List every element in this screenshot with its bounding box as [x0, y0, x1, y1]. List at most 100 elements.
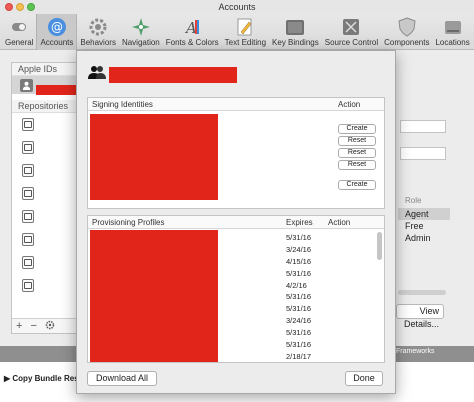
roles-list: Agent Free Admin [398, 208, 450, 244]
repository-icon[interactable] [22, 118, 34, 131]
tab-general-label: General [5, 38, 34, 47]
expires-date: 4/2/16 [286, 280, 307, 290]
view-details-button[interactable]: View Details... [396, 304, 444, 329]
tab-components-label: Components [384, 38, 430, 47]
copy-bundle-resources-row[interactable]: ▶ Copy Bundle Reso [4, 374, 84, 383]
expires-date: 2/18/17 [286, 351, 312, 361]
tab-behaviors[interactable]: Behaviors [77, 14, 119, 50]
repositories-list [12, 118, 78, 292]
sheet-header [87, 65, 107, 81]
download-all-button[interactable]: Download All [87, 371, 157, 386]
detail-field[interactable] [400, 120, 446, 133]
expires-date: 5/31/16 [286, 268, 312, 278]
profiles-scrollbar[interactable] [377, 232, 382, 360]
redacted-account-name [109, 67, 237, 83]
switch-icon [9, 17, 29, 37]
provisioning-profiles-header: Provisioning Profiles [92, 218, 165, 227]
repository-icon[interactable] [22, 233, 34, 246]
reset-button[interactable]: Reset [338, 160, 376, 170]
signing-identities-header: Signing Identities [92, 100, 153, 109]
close-window-button[interactable] [5, 3, 13, 11]
tab-locations[interactable]: Locations [432, 14, 472, 50]
apple-ids-header: Apple IDs [12, 63, 78, 76]
window-controls [5, 3, 35, 11]
tab-source-control[interactable]: Source Control [322, 14, 381, 50]
shield-icon [397, 17, 417, 37]
disclosure-triangle-icon[interactable]: ▶ [4, 374, 10, 383]
tab-behaviors-label: Behaviors [80, 38, 116, 47]
reset-button[interactable]: Reset [338, 136, 376, 146]
profiles-table-header: Provisioning Profiles Expires Action [88, 216, 384, 229]
role-column-header: Role [405, 196, 422, 205]
provisioning-profiles-table: Provisioning Profiles Expires Action 5/3… [87, 215, 385, 363]
role-item[interactable]: Admin [398, 232, 450, 244]
create-button[interactable]: Create [338, 124, 376, 134]
tab-components[interactable]: Components [381, 14, 432, 50]
accounts-list: Apple IDs Repositories [11, 62, 86, 334]
tab-locations-label: Locations [435, 38, 470, 47]
scrollbar-thumb[interactable] [377, 232, 382, 260]
tab-navigation-label: Navigation [121, 38, 160, 47]
repository-icon[interactable] [22, 256, 34, 269]
source-control-icon [341, 17, 361, 37]
horizontal-scrollbar[interactable] [398, 290, 446, 295]
zoom-window-button[interactable] [27, 3, 35, 11]
tab-source-control-label: Source Control [324, 38, 379, 47]
frameworks-label: Frameworks [396, 348, 435, 355]
tab-text-editing-label: Text Editing [224, 38, 267, 47]
profiles-action-header: Action [328, 218, 351, 227]
accounts-footer: + − [11, 318, 79, 334]
expires-date: 5/31/16 [286, 292, 312, 302]
people-icon [87, 65, 107, 81]
tab-fonts-colors[interactable]: A Fonts & Colors [163, 14, 222, 50]
expires-date: 4/15/16 [286, 256, 312, 266]
done-button[interactable]: Done [345, 371, 383, 386]
gear-icon[interactable] [45, 320, 55, 333]
keyboard-icon [285, 17, 305, 37]
repositories-header: Repositories [12, 100, 78, 113]
expires-date: 5/31/16 [286, 340, 312, 350]
palette-icon: A [182, 17, 202, 37]
expires-column: 5/31/16 3/24/16 4/15/16 5/31/16 4/2/16 5… [286, 232, 312, 362]
minimize-window-button[interactable] [16, 3, 24, 11]
window-title: Accounts [218, 2, 256, 12]
repository-icon[interactable] [22, 210, 34, 223]
at-icon: @ [47, 17, 67, 37]
tab-general[interactable]: General [2, 14, 36, 50]
signing-identities-table: Signing Identities Action Create Reset R… [87, 97, 385, 209]
add-account-button[interactable]: + [16, 320, 22, 332]
preferences-toolbar: General @ Accounts Behaviors Navigation … [0, 14, 474, 50]
tab-accounts-label: Accounts [40, 38, 74, 47]
reset-button[interactable]: Reset [338, 148, 376, 158]
tab-navigation[interactable]: Navigation [119, 14, 163, 50]
expires-date: 5/31/16 [286, 304, 312, 314]
signing-actions: Create Reset Reset Reset Create [338, 124, 376, 192]
tab-text-editing[interactable]: Text Editing [222, 14, 269, 50]
expires-header: Expires [286, 218, 313, 227]
svg-text:@: @ [51, 20, 63, 34]
signing-action-header: Action [338, 100, 361, 109]
expires-date: 5/31/16 [286, 233, 312, 242]
tab-accounts[interactable]: @ Accounts [36, 14, 78, 50]
tab-key-bindings[interactable]: Key Bindings [269, 14, 322, 50]
detail-field[interactable] [400, 147, 446, 160]
redacted-identities [90, 114, 218, 200]
compass-icon [131, 17, 151, 37]
remove-account-button[interactable]: − [30, 320, 36, 332]
repository-icon[interactable] [22, 164, 34, 177]
expires-date: 3/24/16 [286, 244, 312, 254]
create-button[interactable]: Create [338, 180, 376, 190]
tab-key-bindings-label: Key Bindings [272, 38, 319, 47]
title-bar: Accounts [0, 0, 474, 14]
pencil-icon [235, 17, 255, 37]
copy-bundle-label: Copy Bundle Reso [12, 374, 84, 383]
drive-icon [443, 17, 463, 37]
repository-icon[interactable] [22, 279, 34, 292]
repository-icon[interactable] [22, 187, 34, 200]
person-icon [20, 78, 33, 92]
expires-date: 3/24/16 [286, 316, 312, 326]
role-item[interactable]: Agent [398, 208, 450, 220]
signing-table-header: Signing Identities Action [88, 98, 384, 111]
repository-icon[interactable] [22, 141, 34, 154]
role-item[interactable]: Free [398, 220, 450, 232]
